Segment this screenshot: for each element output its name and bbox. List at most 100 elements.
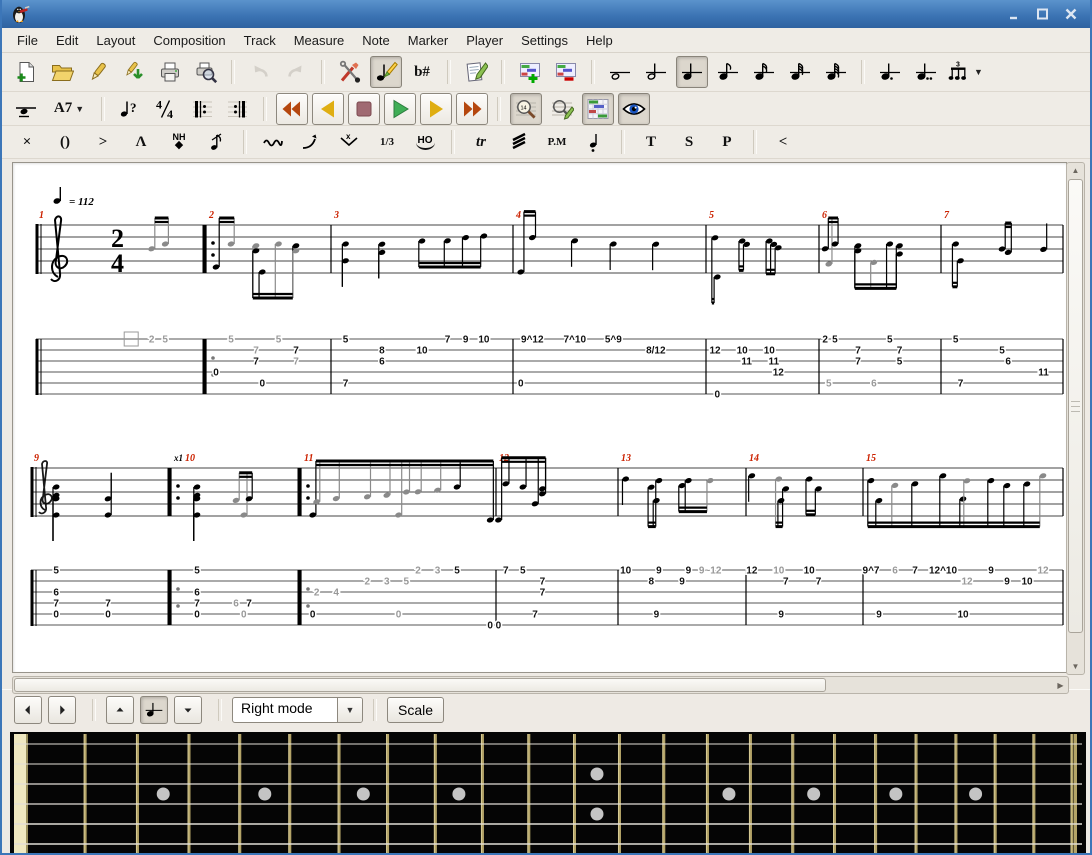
staccato-button[interactable] bbox=[578, 128, 612, 156]
double-dotted-note-button[interactable] bbox=[910, 56, 942, 88]
menu-composition[interactable]: Composition bbox=[144, 31, 234, 50]
vertical-scrollbar[interactable]: ▲ — — — ▼ bbox=[1066, 162, 1085, 675]
menu-settings[interactable]: Settings bbox=[512, 31, 577, 50]
svg-text:5: 5 bbox=[194, 566, 200, 577]
heavy-accent-button[interactable]: Λ bbox=[124, 128, 158, 156]
repeat-open-button[interactable] bbox=[186, 93, 218, 125]
duration-eighth-button[interactable] bbox=[712, 56, 744, 88]
grace-note-button[interactable] bbox=[200, 128, 234, 156]
note-editor-toggle[interactable] bbox=[370, 56, 402, 88]
score-canvas[interactable]: = 112 2 4 1 2 5 2 5 7 7 0 5 7 7 0 3 5 7 8 6 10 7 9 10 4 0 9^12 7^10… bbox=[12, 162, 1067, 673]
save-button[interactable] bbox=[82, 56, 114, 88]
fretboard-visible-toggle[interactable] bbox=[618, 92, 650, 125]
print-button[interactable] bbox=[154, 56, 186, 88]
custom-zoom-button[interactable] bbox=[546, 93, 578, 125]
caret-right-button[interactable] bbox=[48, 696, 76, 724]
scroll-up-icon[interactable]: ▲ bbox=[1067, 163, 1084, 178]
natural-harmonic-button[interactable]: NH ◆ bbox=[162, 128, 196, 156]
tools-button[interactable] bbox=[334, 56, 366, 88]
svg-text:2: 2 bbox=[415, 566, 421, 577]
duration-sixteenth-button[interactable] bbox=[748, 56, 780, 88]
minimize-icon[interactable] bbox=[1004, 5, 1026, 23]
menu-marker[interactable]: Marker bbox=[399, 31, 457, 50]
next-button[interactable] bbox=[420, 92, 452, 125]
add-track-button[interactable] bbox=[514, 56, 546, 88]
go-first-button[interactable] bbox=[276, 92, 308, 125]
horizontal-scroll-thumb[interactable] bbox=[14, 678, 826, 692]
mode-select[interactable]: Right mode ▼ bbox=[232, 697, 363, 723]
duration-whole-button[interactable] bbox=[604, 56, 636, 88]
menu-help[interactable]: Help bbox=[577, 31, 622, 50]
print-preview-button[interactable] bbox=[190, 56, 222, 88]
caret-duration-button[interactable] bbox=[10, 93, 42, 125]
svg-text:4: 4 bbox=[111, 249, 124, 278]
dotted-note-button[interactable] bbox=[874, 56, 906, 88]
chord-select-button[interactable]: A7 ▼ bbox=[46, 93, 92, 125]
toolbar-separator bbox=[621, 130, 625, 154]
svg-text:10: 10 bbox=[1021, 577, 1033, 588]
menu-measure[interactable]: Measure bbox=[285, 31, 354, 50]
ghost-note-button[interactable]: () bbox=[48, 128, 82, 156]
tremolo-bar-button[interactable]: x bbox=[332, 128, 366, 156]
new-file-button[interactable] bbox=[10, 56, 42, 88]
string-up-button[interactable] bbox=[106, 696, 134, 724]
close-icon[interactable] bbox=[1060, 5, 1082, 23]
duration-button[interactable] bbox=[140, 696, 168, 724]
repeat-close-button[interactable] bbox=[222, 93, 254, 125]
tuplet-button[interactable]: 3 ▼ bbox=[946, 56, 984, 88]
duration-half-button[interactable] bbox=[640, 56, 672, 88]
slide-button[interactable]: 1/3 bbox=[370, 128, 404, 156]
play-button[interactable] bbox=[384, 92, 416, 125]
menu-file[interactable]: File bbox=[8, 31, 47, 50]
matrix-editor-toggle[interactable] bbox=[582, 92, 614, 125]
titlebar[interactable] bbox=[2, 0, 1090, 28]
song-properties-button[interactable] bbox=[460, 56, 492, 88]
svg-text:9: 9 bbox=[656, 566, 662, 577]
svg-text:6: 6 bbox=[194, 588, 200, 599]
hammer-on-button[interactable]: HO bbox=[408, 128, 442, 156]
duration-quarter-button[interactable] bbox=[676, 56, 708, 88]
bend-button[interactable] bbox=[294, 128, 328, 156]
svg-text:0: 0 bbox=[396, 610, 402, 621]
menu-edit[interactable]: Edit bbox=[47, 31, 87, 50]
menu-note[interactable]: Note bbox=[353, 31, 398, 50]
fretboard-panel[interactable] bbox=[2, 730, 1090, 853]
caret-left-button[interactable] bbox=[14, 696, 42, 724]
menu-track[interactable]: Track bbox=[235, 31, 285, 50]
popping-button[interactable]: P bbox=[710, 128, 744, 156]
palm-mute-button[interactable]: P.M bbox=[540, 128, 574, 156]
accent-button[interactable]: > bbox=[86, 128, 120, 156]
trill-button[interactable]: tr bbox=[464, 128, 498, 156]
go-last-button[interactable] bbox=[456, 92, 488, 125]
accidental-toggle[interactable]: b# bbox=[406, 56, 438, 88]
tremolo-picking-button[interactable] bbox=[502, 128, 536, 156]
menu-player[interactable]: Player bbox=[457, 31, 512, 50]
duration-thirtysecond-button[interactable] bbox=[784, 56, 816, 88]
svg-text:9: 9 bbox=[34, 453, 39, 464]
fade-in-button[interactable]: < bbox=[766, 128, 800, 156]
maximize-icon[interactable] bbox=[1032, 5, 1054, 23]
horizontal-scrollbar[interactable]: ▶ bbox=[12, 676, 1069, 694]
vertical-scroll-thumb[interactable]: — — — bbox=[1068, 179, 1083, 633]
chevron-down-icon[interactable]: ▼ bbox=[337, 698, 362, 722]
time-signature-button[interactable]: 44 bbox=[150, 93, 182, 125]
previous-button[interactable] bbox=[312, 92, 344, 125]
duration-sixtyfourth-button[interactable] bbox=[820, 56, 852, 88]
stop-button[interactable] bbox=[348, 92, 380, 125]
vibrato-button[interactable] bbox=[256, 128, 290, 156]
tapping-button[interactable]: T bbox=[634, 128, 668, 156]
svg-text:12: 12 bbox=[1037, 566, 1049, 577]
menu-layout[interactable]: Layout bbox=[87, 31, 144, 50]
svg-text:7: 7 bbox=[503, 566, 509, 577]
scale-button[interactable]: Scale bbox=[387, 697, 445, 723]
export-button[interactable] bbox=[118, 56, 150, 88]
tempo-button[interactable]: ? bbox=[114, 93, 146, 125]
open-file-button[interactable] bbox=[46, 56, 78, 88]
slapping-button[interactable]: S bbox=[672, 128, 706, 156]
scroll-down-icon[interactable]: ▼ bbox=[1067, 659, 1084, 674]
scroll-right-icon[interactable]: ▶ bbox=[1053, 677, 1068, 693]
zoom-toggle[interactable]: 14 bbox=[510, 92, 542, 125]
string-down-button[interactable] bbox=[174, 696, 202, 724]
remove-track-button[interactable] bbox=[550, 56, 582, 88]
dead-note-button[interactable]: × bbox=[10, 128, 44, 156]
